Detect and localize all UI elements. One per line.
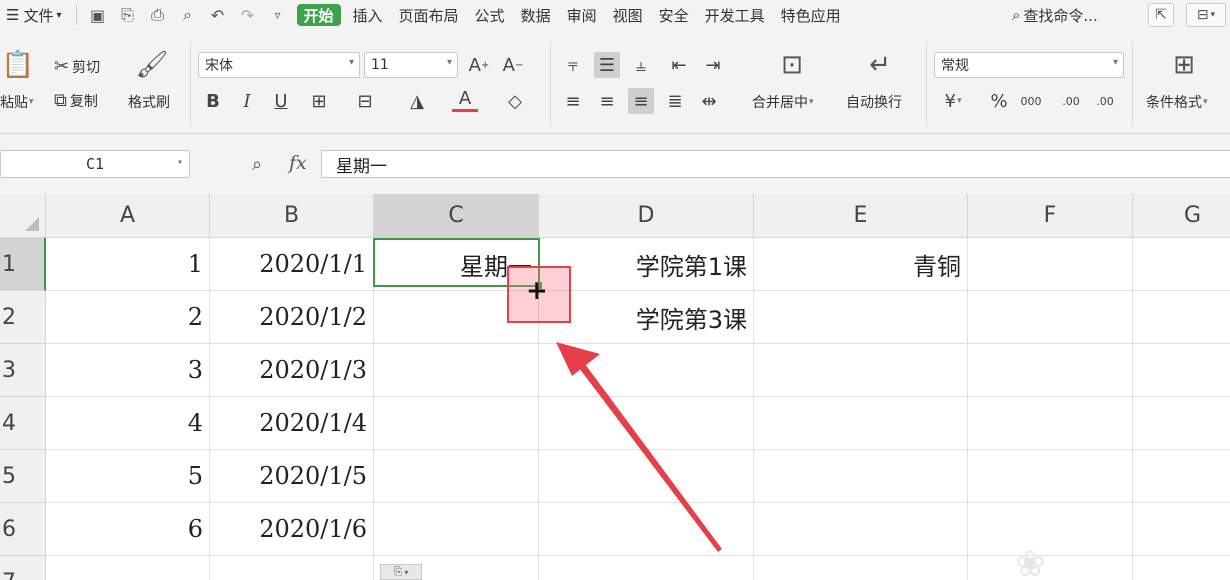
command-search[interactable]: ⌕ 查找命令... — [1012, 4, 1098, 26]
tab-developer[interactable]: 开发工具 — [697, 0, 773, 30]
tab-formulas[interactable]: 公式 — [467, 0, 513, 30]
scissors-icon: ✂ — [54, 56, 70, 77]
thousands-separator-button[interactable]: 000 — [1018, 88, 1044, 114]
increase-indent-icon[interactable]: ⇥ — [700, 52, 726, 78]
chevron-down-icon: ▾ — [1112, 57, 1118, 68]
collaborate-icon[interactable]: ⊟ ▾ — [1186, 3, 1226, 27]
spreadsheet-grid: A B C D E F G 1 1 2020/1/1 星期一 学院第1课 青铜 2 2 2020/1/2 学院第… — [0, 194, 1230, 580]
fill-color-icon[interactable]: ◮ — [404, 88, 430, 114]
redo-icon[interactable]: ↷ — [237, 4, 259, 26]
font-size-select[interactable]: 11 ▾ — [364, 52, 458, 78]
copy-icon: ⧉ — [54, 90, 67, 111]
format-painter-icon[interactable]: 🖌 — [134, 50, 170, 80]
tab-security[interactable]: 安全 — [651, 0, 697, 30]
chevron-down-icon: ▾ — [348, 57, 354, 68]
group-separator — [190, 42, 191, 126]
zoom-search-icon[interactable]: ⌕ — [252, 154, 262, 175]
annotation-arrow-icon — [556, 342, 722, 552]
format-painter-button[interactable]: 格式刷 — [128, 92, 170, 112]
distribute-icon[interactable]: ⇹ — [696, 88, 722, 114]
increase-decimal-button[interactable]: .00 — [1058, 88, 1084, 114]
tab-review[interactable]: 审阅 — [559, 0, 605, 30]
formula-input[interactable]: 星期一 — [321, 150, 1230, 178]
wrap-text-button[interactable]: 自动换行 — [846, 92, 902, 112]
group-separator — [926, 42, 927, 126]
align-center-icon[interactable]: ≡ — [594, 88, 620, 114]
conditional-format-button[interactable]: 条件格式 ▾ — [1146, 92, 1208, 112]
tab-start[interactable]: 开始 — [296, 4, 341, 26]
increase-font-icon[interactable]: A + — [466, 52, 492, 78]
number-format-select[interactable]: 常规 ▾ — [934, 52, 1124, 78]
tab-page-layout[interactable]: 页面布局 — [391, 0, 467, 30]
separator — [75, 5, 77, 25]
file-menu[interactable]: ☰ 文件 ▾ — [0, 0, 70, 30]
tab-data[interactable]: 数据 — [513, 0, 559, 30]
align-bottom-icon[interactable]: ⫨ — [628, 52, 654, 78]
export-pdf-icon[interactable]: ⎘ — [117, 4, 139, 26]
copy-button[interactable]: ⧉ 复制 — [54, 90, 98, 111]
group-separator — [1132, 42, 1133, 126]
justify-icon[interactable]: ≣ — [662, 88, 688, 114]
chevron-down-icon: ▾ — [56, 9, 62, 21]
border-icon[interactable]: ⊞ — [306, 88, 332, 114]
cut-button[interactable]: ✂ 剪切 — [54, 56, 100, 77]
currency-icon[interactable]: ¥ ▾ — [940, 88, 966, 114]
paste-icon[interactable]: 📋 — [0, 50, 36, 80]
formula-bar: C1 ▾ ⌕ fx 星期一 — [0, 134, 1230, 194]
font-name-select[interactable]: 宋体 ▾ — [198, 52, 360, 78]
customize-dropdown-icon[interactable]: ▿ — [267, 4, 289, 26]
search-icon: ⌕ — [1012, 6, 1021, 24]
print-preview-icon[interactable]: ⌕ — [177, 4, 199, 26]
percent-button[interactable]: % — [986, 88, 1012, 114]
tab-view[interactable]: 视图 — [605, 0, 651, 30]
font-color-button[interactable]: A — [452, 88, 478, 112]
quick-access-toolbar: ▣ ⎘ ⎙ ⌕ ↶ ↷ ▿ — [83, 4, 293, 26]
decrease-decimal-button[interactable]: .00 — [1092, 88, 1118, 114]
decrease-indent-icon[interactable]: ⇤ — [666, 52, 692, 78]
group-separator — [550, 42, 551, 126]
insert-function-button[interactable]: fx — [289, 152, 307, 174]
align-left-icon[interactable]: ≡ — [560, 88, 586, 114]
align-middle-icon[interactable]: ☰ — [594, 52, 620, 78]
bold-button[interactable]: B — [200, 88, 226, 114]
conditional-format-icon[interactable]: ⊞ — [1166, 50, 1202, 80]
tab-special-features[interactable]: 特色应用 — [773, 0, 849, 30]
undo-icon[interactable]: ↶ — [207, 4, 229, 26]
decrease-font-icon[interactable]: A − — [500, 52, 526, 78]
merge-center-icon[interactable]: ⊡ — [774, 50, 810, 80]
underline-button[interactable]: U — [268, 88, 294, 114]
merge-center-button[interactable]: 合并居中 ▾ — [752, 92, 814, 112]
tab-insert[interactable]: 插入 — [345, 0, 391, 30]
italic-button[interactable]: I — [234, 88, 260, 114]
share-icon[interactable]: ⇱ — [1148, 3, 1174, 27]
menu-icon: ☰ — [6, 6, 20, 24]
paste-button[interactable]: 粘贴 ▾ — [0, 92, 34, 112]
wrap-text-icon[interactable]: ↵ — [862, 50, 898, 80]
fill-pattern-icon[interactable]: ⊟ — [352, 88, 378, 114]
chevron-down-icon: ▾ — [446, 57, 452, 68]
align-top-icon[interactable]: ⫧ — [560, 52, 586, 78]
name-box[interactable]: C1 ▾ — [0, 150, 190, 178]
chevron-down-icon: ▾ — [176, 157, 183, 168]
save-icon[interactable]: ▣ — [87, 4, 109, 26]
clear-format-icon[interactable]: ◇ — [502, 88, 528, 114]
ribbon: 📋 粘贴 ▾ ✂ 剪切 ⧉ 复制 🖌 格式刷 宋体 ▾ 11 ▾ A + A − B I U … — [0, 30, 1230, 134]
print-icon[interactable]: ⎙ — [147, 4, 169, 26]
align-right-icon[interactable]: ≡ — [628, 88, 654, 114]
